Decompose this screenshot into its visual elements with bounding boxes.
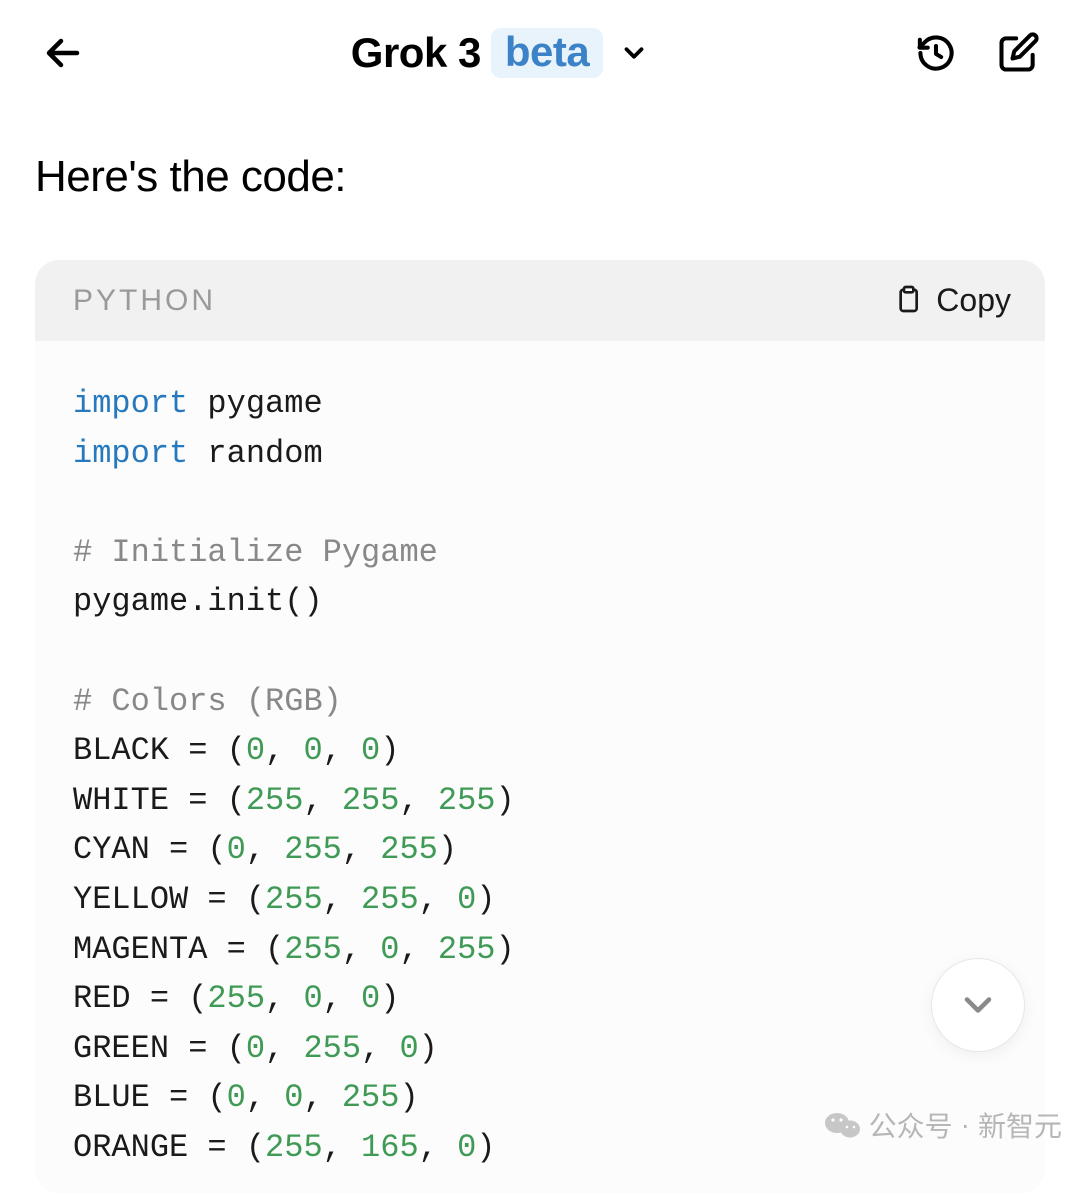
watermark-source: 新智元 [978, 1105, 1062, 1145]
clipboard-icon [892, 285, 924, 317]
history-icon [914, 31, 958, 75]
code-language-label: PYTHON [73, 284, 216, 318]
header-actions [912, 29, 1042, 77]
message-text: Here's the code: [35, 152, 1045, 202]
code-block: PYTHON Copy import pygame import random … [35, 260, 1045, 1193]
code-block-header: PYTHON Copy [35, 260, 1045, 341]
history-button[interactable] [912, 29, 960, 77]
app-header: Grok 3 beta [0, 0, 1080, 108]
copy-button[interactable]: Copy [892, 282, 1011, 319]
chat-content: Here's the code: PYTHON Copy import pyga… [0, 108, 1080, 1193]
chevron-down-icon [619, 38, 649, 68]
model-selector[interactable]: Grok 3 beta [351, 28, 649, 78]
watermark-dot: · [961, 1109, 970, 1141]
chevron-down-icon [956, 983, 1000, 1027]
back-button[interactable] [38, 28, 88, 78]
watermark-label: 公众号 [869, 1105, 953, 1145]
copy-label: Copy [936, 282, 1011, 319]
scroll-down-button[interactable] [932, 959, 1024, 1051]
wechat-icon [825, 1110, 861, 1140]
beta-badge: beta [491, 28, 603, 78]
compose-icon [996, 31, 1040, 75]
code-body: import pygame import random # Initialize… [35, 341, 1045, 1193]
app-title: Grok 3 [351, 29, 481, 77]
compose-button[interactable] [994, 29, 1042, 77]
watermark: 公众号 · 新智元 [825, 1105, 1062, 1145]
arrow-left-icon [39, 29, 87, 77]
